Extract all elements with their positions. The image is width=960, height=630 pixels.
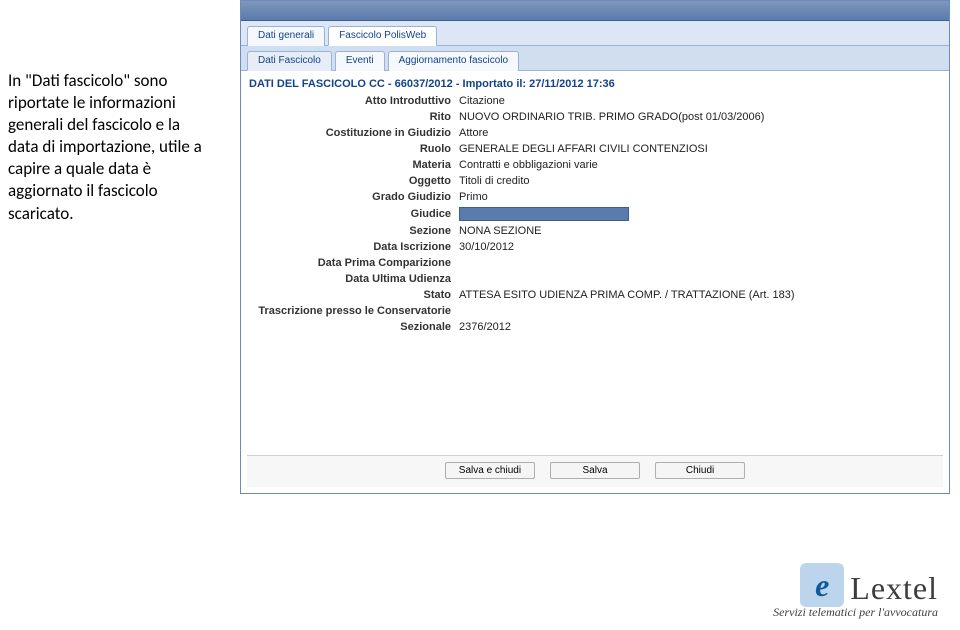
- field-value: GENERALE DEGLI AFFARI CIVILI CONTENZIOSI: [457, 141, 943, 157]
- field-label: Atto Introduttivo: [247, 93, 457, 109]
- field-value: 30/10/2012: [457, 239, 943, 255]
- close-button[interactable]: Chiudi: [655, 462, 745, 479]
- field-value: ATTESA ESITO UDIENZA PRIMA COMP. / TRATT…: [457, 287, 943, 303]
- save-button[interactable]: Salva: [550, 462, 640, 479]
- field-value: Titoli di credito: [457, 173, 943, 189]
- field-value: Contratti e obbligazioni varie: [457, 157, 943, 173]
- dialog-window: Dati generaliFascicolo PolisWeb Dati Fas…: [240, 0, 950, 494]
- field-value: NUOVO ORDINARIO TRIB. PRIMO GRADO(post 0…: [457, 109, 943, 125]
- tab-top-1[interactable]: Fascicolo PolisWeb: [328, 26, 437, 46]
- tab-top-0[interactable]: Dati generali: [247, 26, 325, 46]
- field-row: Trascrizione presso le Conservatorie: [247, 303, 943, 319]
- button-bar: Salva e chiudi Salva Chiudi: [247, 455, 943, 487]
- logo-name: Lextel: [850, 570, 938, 607]
- tabs-top: Dati generaliFascicolo PolisWeb: [241, 21, 949, 46]
- field-label: Ruolo: [247, 141, 457, 157]
- tab-content: DATI DEL FASCICOLO CC - 66037/2012 - Imp…: [241, 71, 949, 493]
- field-row: StatoATTESA ESITO UDIENZA PRIMA COMP. / …: [247, 287, 943, 303]
- description-text: In "Dati fascicolo" sono riportate le in…: [0, 70, 220, 225]
- field-label: Grado Giudizio: [247, 189, 457, 205]
- field-row: RuoloGENERALE DEGLI AFFARI CIVILI CONTEN…: [247, 141, 943, 157]
- logo-mark-icon: e: [800, 563, 844, 607]
- field-value: [457, 303, 943, 319]
- field-label: Costituzione in Giudizio: [247, 125, 457, 141]
- field-value: NONA SEZIONE: [457, 223, 943, 239]
- field-label: Giudice: [247, 205, 457, 223]
- field-label: Trascrizione presso le Conservatorie: [247, 303, 457, 319]
- field-row: Data Prima Comparizione: [247, 255, 943, 271]
- field-row: SezioneNONA SEZIONE: [247, 223, 943, 239]
- field-row: Data Iscrizione30/10/2012: [247, 239, 943, 255]
- field-row: OggettoTitoli di credito: [247, 173, 943, 189]
- field-label: Sezione: [247, 223, 457, 239]
- field-value: Attore: [457, 125, 943, 141]
- field-label: Rito: [247, 109, 457, 125]
- field-value: [457, 255, 943, 271]
- field-value: [457, 271, 943, 287]
- tabs-sub: Dati FascicoloEventiAggiornamento fascic…: [241, 46, 949, 71]
- field-label: Sezionale: [247, 319, 457, 335]
- field-row: Atto IntroduttivoCitazione: [247, 93, 943, 109]
- logo: e Lextel Servizi telematici per l'avvoca…: [773, 563, 938, 620]
- field-row: Grado GiudizioPrimo: [247, 189, 943, 205]
- field-row: Giudice: [247, 205, 943, 223]
- logo-tagline: Servizi telematici per l'avvocatura: [773, 605, 938, 620]
- field-label: Oggetto: [247, 173, 457, 189]
- field-label: Stato: [247, 287, 457, 303]
- save-close-button[interactable]: Salva e chiudi: [445, 462, 535, 479]
- tab-sub-2[interactable]: Aggiornamento fascicolo: [388, 51, 520, 71]
- section-title: DATI DEL FASCICOLO CC - 66037/2012 - Imp…: [247, 75, 943, 93]
- dialog-titlebar: [241, 1, 949, 21]
- tab-sub-0[interactable]: Dati Fascicolo: [247, 51, 332, 71]
- field-row: Sezionale2376/2012: [247, 319, 943, 335]
- field-label: Materia: [247, 157, 457, 173]
- field-label: Data Ultima Udienza: [247, 271, 457, 287]
- field-value: 2376/2012: [457, 319, 943, 335]
- field-value: Citazione: [457, 93, 943, 109]
- field-row: MateriaContratti e obbligazioni varie: [247, 157, 943, 173]
- tab-sub-1[interactable]: Eventi: [335, 51, 385, 71]
- field-row: RitoNUOVO ORDINARIO TRIB. PRIMO GRADO(po…: [247, 109, 943, 125]
- field-row: Data Ultima Udienza: [247, 271, 943, 287]
- redacted-block: [459, 207, 629, 221]
- field-label: Data Iscrizione: [247, 239, 457, 255]
- field-value: [457, 205, 943, 223]
- field-value: Primo: [457, 189, 943, 205]
- field-row: Costituzione in GiudizioAttore: [247, 125, 943, 141]
- details-table: Atto IntroduttivoCitazioneRitoNUOVO ORDI…: [247, 93, 943, 335]
- field-label: Data Prima Comparizione: [247, 255, 457, 271]
